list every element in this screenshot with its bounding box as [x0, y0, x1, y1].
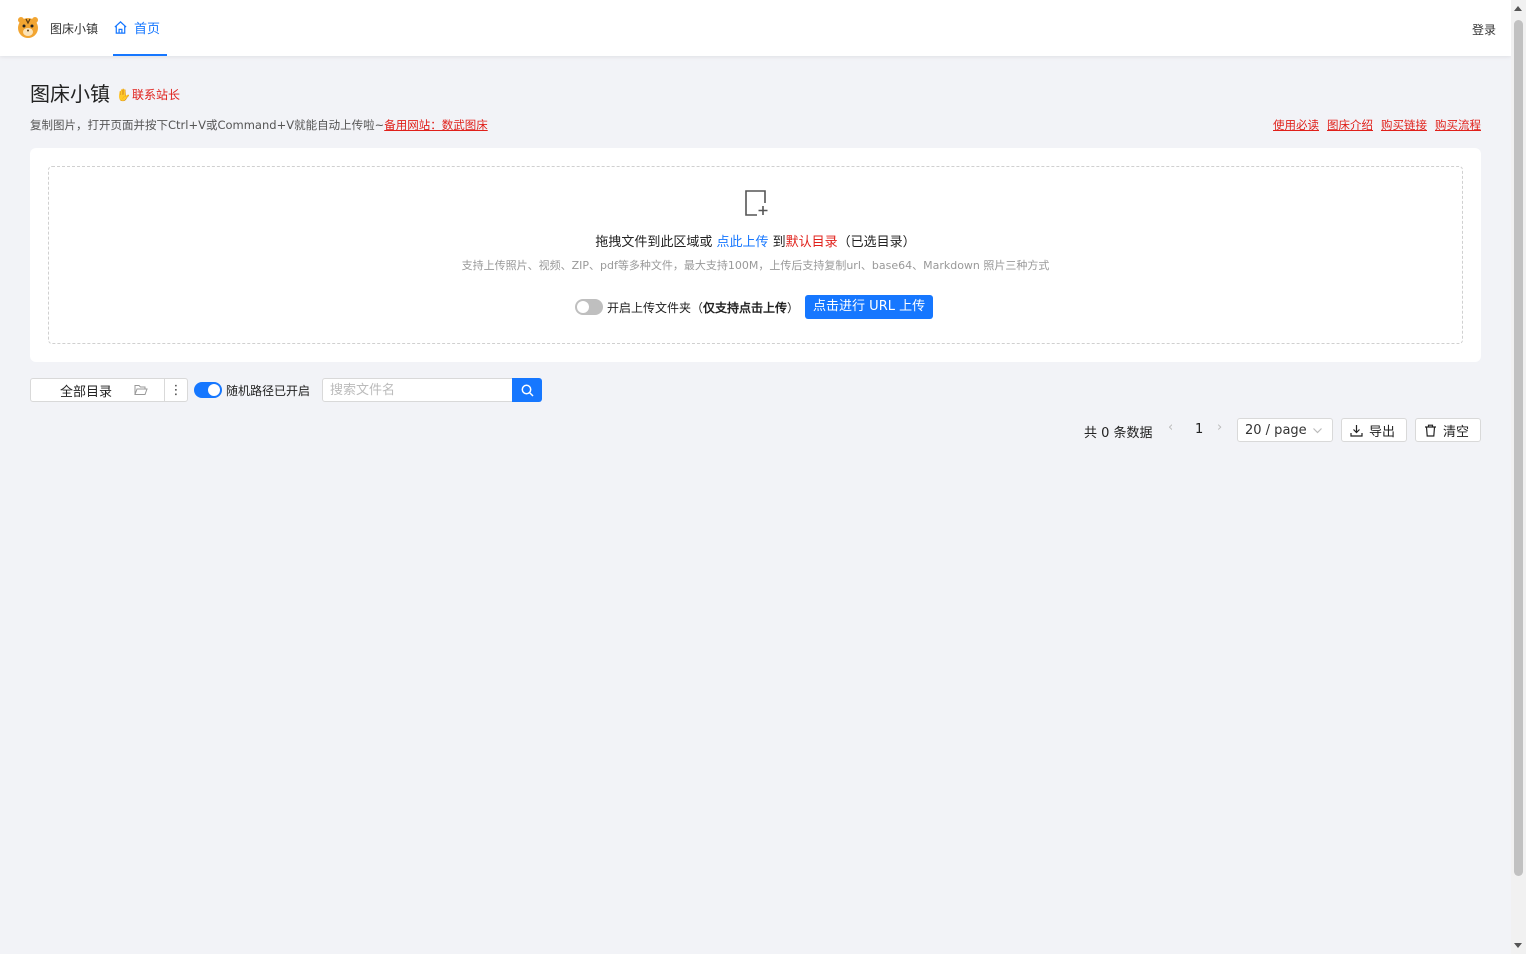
drag-text: 拖拽文件到此区域或	[595, 235, 717, 250]
selected-dir-text: （已选目录）	[837, 235, 916, 250]
page-size-select[interactable]: 20 / page	[1237, 418, 1333, 442]
backup-site-link[interactable]: 备用网站：数武图床	[384, 118, 488, 132]
download-icon	[1350, 424, 1363, 437]
top-navbar: 图床小镇 首页 登录	[0, 0, 1511, 56]
link-purchase[interactable]: 购买链接	[1381, 117, 1427, 133]
directory-select[interactable]: 全部目录	[30, 378, 165, 402]
home-icon	[114, 20, 127, 34]
nav-tab-home[interactable]: 首页	[113, 0, 167, 56]
upload-dropzone[interactable]: 拖拽文件到此区域或 点此上传 到默认目录（已选目录） 支持上传照片、视频、ZIP…	[48, 166, 1463, 344]
page-number-current[interactable]: 1	[1195, 422, 1203, 437]
nav-home-label: 首页	[134, 21, 161, 37]
random-path-toggle[interactable]	[194, 382, 222, 398]
folder-toggle-text: 开启上传文件夹（	[607, 300, 704, 315]
click-upload-link[interactable]: 点此上传	[716, 235, 768, 250]
chevron-down-icon	[1313, 428, 1322, 434]
drop-instruction: 拖拽文件到此区域或 点此上传 到默认目录（已选目录）	[49, 231, 1462, 250]
hand-icon: ✋	[116, 87, 131, 102]
next-page-icon[interactable]: ›	[1217, 420, 1231, 440]
directory-select-label: 全部目录	[60, 384, 113, 400]
search-input[interactable]	[322, 378, 513, 402]
search-button[interactable]	[512, 378, 542, 402]
tiger-logo-icon[interactable]	[16, 15, 40, 39]
scroll-down-arrow-icon[interactable]	[1514, 943, 1522, 948]
clear-button[interactable]: 清空	[1415, 418, 1481, 442]
search-icon	[521, 384, 534, 397]
upload-card: 拖拽文件到此区域或 点此上传 到默认目录（已选目录） 支持上传照片、视频、ZIP…	[30, 148, 1481, 362]
folder-upload-row: 开启上传文件夹（仅支持点击上传） 点击进行 URL 上传	[575, 295, 934, 319]
export-label: 导出	[1369, 424, 1396, 440]
scroll-up-arrow-icon[interactable]	[1514, 6, 1522, 11]
folder-upload-toggle[interactable]	[575, 299, 603, 315]
trash-icon	[1425, 424, 1436, 437]
page-title: 图床小镇	[30, 82, 110, 106]
vertical-scrollbar[interactable]	[1511, 0, 1526, 954]
clear-label: 清空	[1443, 424, 1470, 440]
export-button[interactable]: 导出	[1341, 418, 1407, 442]
file-add-icon	[745, 190, 768, 216]
folder-close-text: ）	[787, 300, 800, 315]
random-path-label: 随机路径已开启	[226, 384, 311, 398]
brand-name[interactable]: 图床小镇	[50, 20, 98, 37]
page-description: 复制图片，打开页面并按下Ctrl+V或Command+V就能自动上传啦~备用网站…	[30, 117, 488, 133]
scroll-thumb[interactable]	[1514, 20, 1523, 876]
prev-page-icon[interactable]: ‹	[1168, 420, 1182, 440]
upload-hint: 支持上传照片、视频、ZIP、pdf等多种文件，最大支持100M，上传后支持复制u…	[461, 259, 1050, 272]
help-links: 使用必读 图床介绍 购买链接 购买流程	[1273, 117, 1481, 133]
folder-note-text: 仅支持点击上传	[703, 300, 788, 315]
to-text: 到	[768, 235, 786, 250]
link-intro[interactable]: 图床介绍	[1327, 117, 1373, 133]
total-count: 共 0 条数据	[1084, 426, 1153, 441]
link-must-read[interactable]: 使用必读	[1273, 117, 1319, 133]
description-text: 复制图片，打开页面并按下Ctrl+V或Command+V就能自动上传啦~	[30, 118, 385, 132]
folder-open-icon	[134, 385, 148, 395]
directory-more-button[interactable]: ⋮	[164, 378, 188, 402]
contact-admin-label: 联系站长	[131, 88, 180, 102]
url-upload-button[interactable]: 点击进行 URL 上传	[805, 295, 934, 319]
folder-upload-label: 开启上传文件夹（仅支持点击上传）	[607, 299, 799, 316]
login-link[interactable]: 登录	[1472, 21, 1496, 38]
page-size-value: 20 / page	[1245, 422, 1307, 438]
contact-admin-link[interactable]: ✋ 联系站长	[116, 86, 180, 103]
link-purchase-flow[interactable]: 购买流程	[1435, 117, 1481, 133]
default-dir-text: 默认目录	[785, 235, 838, 250]
